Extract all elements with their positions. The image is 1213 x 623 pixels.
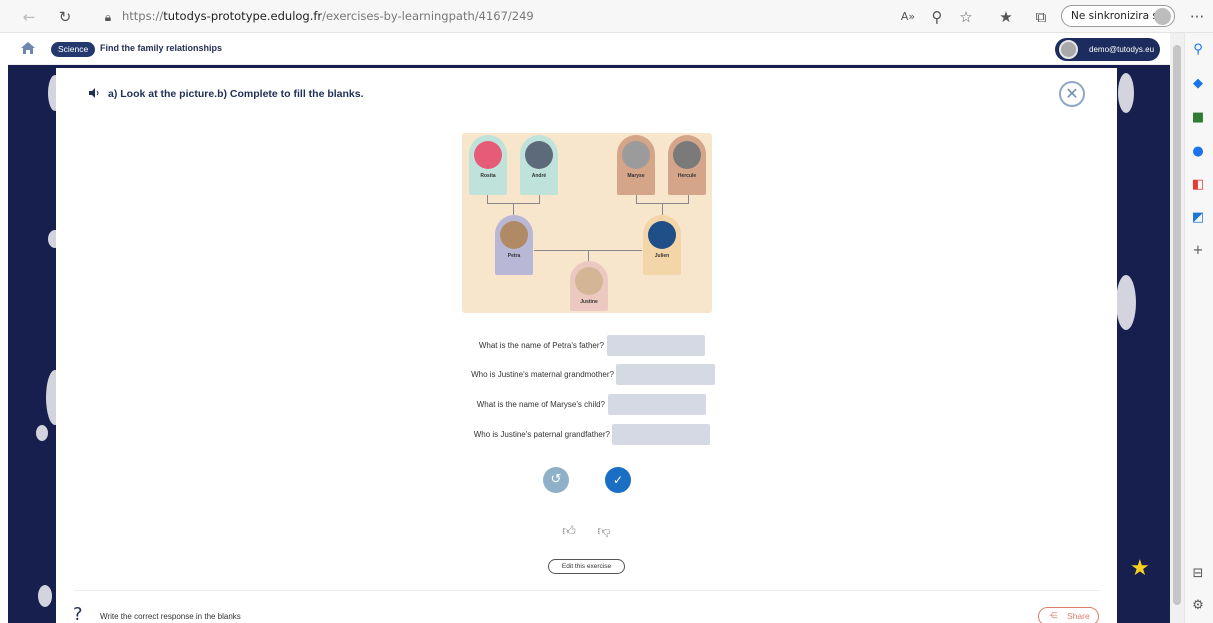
edit-exercise-button[interactable]: Edit this exercise <box>548 559 625 574</box>
person-julien: Julien <box>643 215 681 275</box>
user-avatar <box>1059 40 1078 59</box>
person-name: Rosita <box>480 173 496 179</box>
tree-line <box>688 195 689 203</box>
reset-button[interactable]: ↺ <box>543 467 569 493</box>
help-icon[interactable]: ? <box>73 604 83 623</box>
instruction-text: a) Look at the picture.b) Complete to fi… <box>108 88 364 100</box>
validate-button[interactable]: ✓ <box>605 467 631 493</box>
tree-line <box>487 195 488 203</box>
person-name: Julien <box>654 253 670 259</box>
outlook-icon[interactable]: ◩ <box>1190 210 1206 226</box>
question-label: What is the name of Petra's father? <box>478 341 604 350</box>
more-icon[interactable]: ··· <box>1186 6 1208 28</box>
app-header: Science Find the family relationships de… <box>8 33 1170 77</box>
toolbox-icon[interactable]: ■ <box>1190 110 1206 126</box>
answer-input[interactable] <box>616 364 715 385</box>
scrollbar-thumb[interactable] <box>1173 45 1181 605</box>
person-name: André <box>531 173 547 179</box>
person-petra: Petra <box>495 215 533 275</box>
person-name: Hercule <box>677 173 697 179</box>
person-photo <box>525 141 553 169</box>
office-icon[interactable]: ◧ <box>1190 177 1206 193</box>
person-photo <box>474 141 502 169</box>
family-tree-image: Rosita André Maryse Hercule Petra Julien… <box>462 133 712 313</box>
decor-blob <box>38 585 52 607</box>
scrollbar[interactable] <box>1170 33 1184 623</box>
collections-icon[interactable]: ⧉ <box>1030 6 1052 28</box>
tag-icon[interactable]: ◆ <box>1190 76 1206 92</box>
games-icon[interactable]: ● <box>1190 144 1206 160</box>
thumbs-up-icon[interactable]: 👍︎ <box>560 524 578 540</box>
user-menu-button[interactable]: demo@tutodys.eu ▾ <box>1055 38 1160 77</box>
settings-icon[interactable]: ⚙ <box>1190 598 1206 614</box>
url-domain: tutodys-prototype.edulog.fr <box>163 9 323 23</box>
page: { "browser": { "url_prefix": "https://",… <box>0 0 1213 623</box>
decor-blob <box>1118 73 1134 113</box>
tree-line <box>636 195 637 203</box>
thumbs-down-icon[interactable]: 👎︎ <box>595 524 613 540</box>
add-icon[interactable]: + <box>1190 243 1206 259</box>
answer-input[interactable] <box>612 424 710 445</box>
browser-toolbar: ← ↻ 🔒︎ https://tutodys-prototype.edulog.… <box>0 0 1213 33</box>
share-icon: ⋲ <box>1049 611 1058 621</box>
answer-input[interactable] <box>608 394 706 415</box>
person-photo <box>673 141 701 169</box>
close-button[interactable]: ✕ <box>1059 81 1085 107</box>
tree-line <box>662 203 663 215</box>
favorites-icon[interactable]: ★ <box>995 6 1017 28</box>
question-label: Who is Justine's paternal grandfather? <box>473 430 610 439</box>
search-icon[interactable]: ⚲ <box>1190 42 1206 58</box>
zoom-icon[interactable]: ⚲ <box>926 6 948 28</box>
share-label: Share <box>1067 611 1090 621</box>
question-label: Who is Justine's maternal grandmother? <box>471 370 614 379</box>
person-andre: André <box>520 135 558 195</box>
subject-badge[interactable]: Science <box>51 42 96 57</box>
speaker-icon[interactable] <box>88 87 100 99</box>
read-aloud-icon[interactable]: A» <box>897 6 919 28</box>
tree-line <box>539 195 540 203</box>
url-path: /exercises-by-learningpath/4167/249 <box>322 9 534 23</box>
person-photo <box>575 267 603 295</box>
decor-blob <box>1116 275 1136 330</box>
footer-divider <box>74 590 1100 591</box>
person-photo <box>622 141 650 169</box>
exercise-title: Find the family relationships <box>100 43 223 53</box>
help-text: Write the correct response in the blanks <box>100 612 241 621</box>
person-photo <box>648 221 676 249</box>
lock-icon[interactable]: 🔒︎ <box>97 6 119 28</box>
person-name: Maryse <box>627 173 645 179</box>
sync-label: Ne sinkronizira se <box>1071 10 1165 22</box>
person-photo <box>500 221 528 249</box>
url-prefix: https:// <box>122 9 164 23</box>
question-label: What is the name of Maryse's child? <box>476 400 605 409</box>
answer-input[interactable] <box>607 335 705 356</box>
person-hercule: Hercule <box>668 135 706 195</box>
person-name: Petra <box>507 253 521 259</box>
address-bar[interactable]: https://tutodys-prototype.edulog.fr/exer… <box>122 6 622 26</box>
person-justine: Justine <box>570 261 608 311</box>
refresh-icon[interactable]: ↻ <box>54 6 76 28</box>
home-icon[interactable] <box>20 41 36 55</box>
share-button[interactable]: ⋲ Share <box>1038 607 1099 623</box>
back-icon[interactable]: ← <box>18 6 40 28</box>
decor-blob <box>36 425 48 441</box>
hide-sidebar-icon[interactable]: ⊟ <box>1190 566 1206 582</box>
person-maryse: Maryse <box>617 135 655 195</box>
person-rosita: Rosita <box>469 135 507 195</box>
star-icon[interactable]: ★ <box>1130 556 1150 581</box>
profile-avatar-icon <box>1154 8 1171 25</box>
person-name: Justine <box>580 299 598 305</box>
add-favorite-icon[interactable]: ☆ <box>955 6 977 28</box>
tree-line <box>513 203 514 215</box>
sync-status-button[interactable]: Ne sinkronizira se <box>1061 5 1175 27</box>
